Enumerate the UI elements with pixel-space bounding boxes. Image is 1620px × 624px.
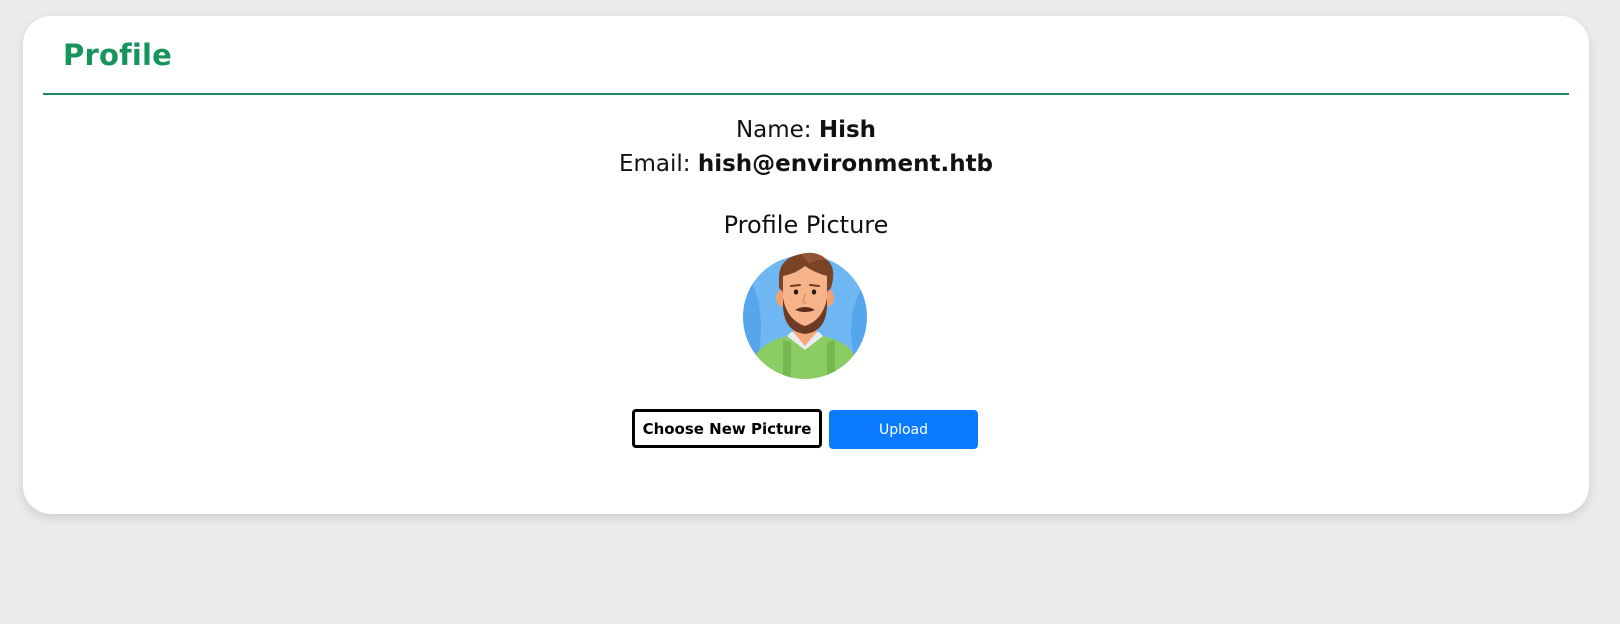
choose-new-picture-button[interactable]: Choose New Picture [632, 409, 822, 448]
email-row: Email: hish@environment.htb [23, 151, 1589, 177]
avatar [743, 252, 867, 379]
email-label: Email: [618, 151, 691, 177]
profile-picture-heading: Profile Picture [723, 211, 889, 239]
title-divider [43, 93, 1569, 95]
name-row: Name: Hish [23, 117, 1589, 143]
name-value: Hish [818, 117, 877, 143]
profile-card: Profile Name: Hish Email: hish@environme… [23, 16, 1589, 514]
page-title: Profile [63, 38, 173, 72]
name-label: Name: [735, 117, 812, 143]
email-value: hish@environment.htb [697, 151, 994, 177]
upload-button[interactable]: Upload [829, 410, 978, 449]
